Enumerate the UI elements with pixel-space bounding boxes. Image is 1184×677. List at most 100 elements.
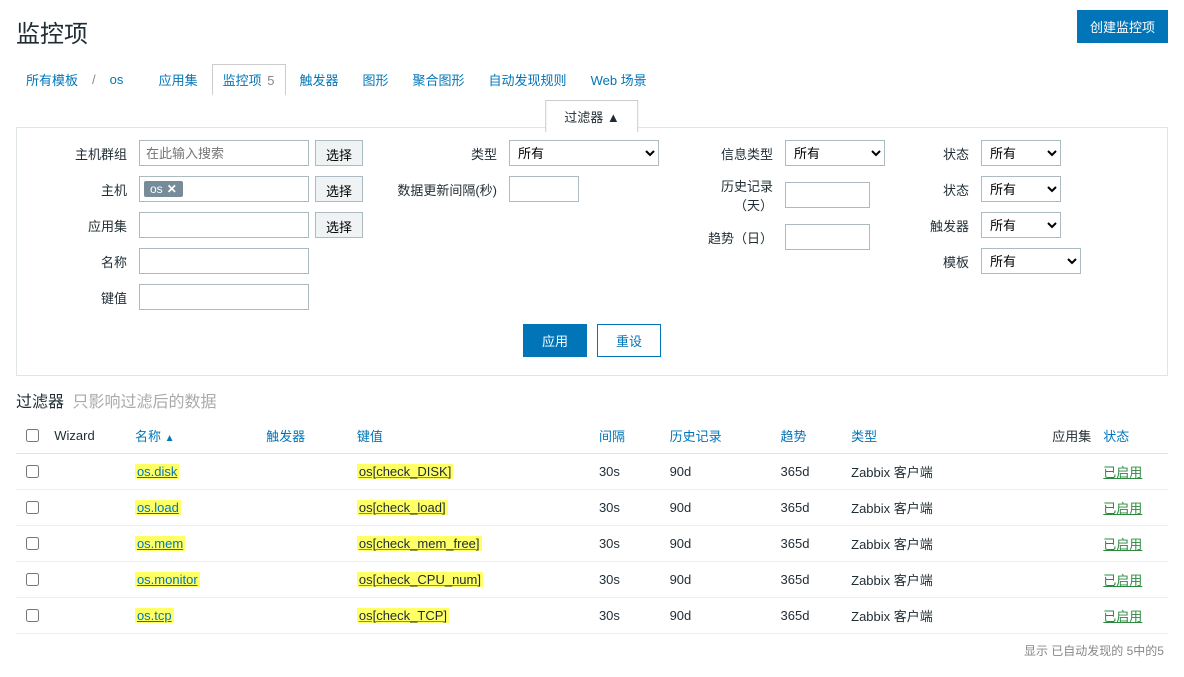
row-name-link[interactable]: os.load [135, 500, 181, 515]
row-interval: 30s [593, 454, 664, 490]
filter-col-2: 类型 所有 数据更新间隔(秒) [393, 140, 659, 310]
tab-triggers[interactable]: 触发器 [290, 64, 349, 95]
state-select[interactable]: 所有 [981, 140, 1061, 166]
row-name-link[interactable]: os.tcp [135, 608, 174, 623]
col-type[interactable]: 类型 [845, 418, 1006, 454]
row-history: 90d [664, 562, 775, 598]
history-input[interactable] [785, 182, 870, 208]
col-history[interactable]: 历史记录 [664, 418, 775, 454]
row-checkbox[interactable] [26, 465, 39, 478]
status-select[interactable]: 所有 [981, 176, 1061, 202]
row-type: Zabbix 客户端 [845, 490, 1006, 526]
label-status: 状态 [915, 180, 975, 199]
label-name: 名称 [33, 252, 133, 271]
row-name-link[interactable]: os.monitor [135, 572, 200, 587]
reset-button[interactable]: 重设 [597, 324, 661, 357]
row-history: 90d [664, 454, 775, 490]
col-name-label: 名称 [135, 429, 161, 444]
host-select-button[interactable]: 选择 [315, 176, 363, 202]
nav-tabs: 所有模板 / os 应用集 监控项 5 触发器 图形 聚合图形 自动发现规则 W… [16, 63, 1168, 95]
row-status-link[interactable]: 已启用 [1103, 501, 1142, 516]
application-input[interactable] [139, 212, 309, 238]
table-row: os.loados[check_load]30s90d365dZabbix 客户… [16, 490, 1168, 526]
select-all-checkbox[interactable] [26, 429, 39, 442]
create-item-button[interactable]: 创建监控项 [1077, 10, 1168, 43]
name-input[interactable] [139, 248, 309, 274]
tab-applications[interactable]: 应用集 [149, 64, 208, 95]
triggers-select[interactable]: 所有 [981, 212, 1061, 238]
row-key: os[check_TCP] [357, 608, 449, 623]
label-application: 应用集 [33, 216, 133, 235]
label-type: 类型 [393, 144, 503, 163]
label-template-opt: 模板 [915, 252, 975, 271]
label-info-type: 信息类型 [689, 144, 779, 163]
hostgroup-select-button[interactable]: 选择 [315, 140, 363, 166]
breadcrumb-all-templates[interactable]: 所有模板 [16, 64, 88, 95]
tab-items-count: 5 [267, 73, 274, 88]
breadcrumb-template[interactable]: os [100, 66, 134, 93]
tab-discovery[interactable]: 自动发现规则 [479, 64, 577, 95]
row-trends: 365d [775, 490, 846, 526]
row-status-link[interactable]: 已启用 [1103, 609, 1142, 624]
tab-items[interactable]: 监控项 5 [212, 64, 286, 96]
apply-button[interactable]: 应用 [523, 324, 587, 357]
table-footer: 显示 已自动发现的 5中的5 [16, 634, 1168, 667]
label-state: 状态 [915, 144, 975, 163]
label-host: 主机 [33, 180, 133, 199]
items-table: Wizard 名称 ▲ 触发器 键值 间隔 历史记录 趋势 类型 应用集 状态 … [16, 418, 1168, 634]
row-history: 90d [664, 598, 775, 634]
row-type: Zabbix 客户端 [845, 598, 1006, 634]
row-key: os[check_DISK] [357, 464, 454, 479]
label-key: 键值 [33, 288, 133, 307]
row-status-link[interactable]: 已启用 [1103, 465, 1142, 480]
tab-items-label: 监控项 [223, 73, 262, 88]
template-select[interactable]: 所有 [981, 248, 1081, 274]
col-triggers[interactable]: 触发器 [260, 418, 351, 454]
row-history: 90d [664, 490, 775, 526]
row-checkbox[interactable] [26, 573, 39, 586]
row-status-link[interactable]: 已启用 [1103, 537, 1142, 552]
info-type-select[interactable]: 所有 [785, 140, 885, 166]
host-tag-remove-icon[interactable]: ✕ [167, 182, 177, 196]
key-input[interactable] [139, 284, 309, 310]
subheader-note: 只影响过滤后的数据 [72, 394, 216, 411]
col-trends[interactable]: 趋势 [775, 418, 846, 454]
row-interval: 30s [593, 490, 664, 526]
subheader: 过滤器 只影响过滤后的数据 [16, 388, 1168, 412]
breadcrumb-sep: / [92, 72, 96, 87]
row-checkbox[interactable] [26, 501, 39, 514]
row-type: Zabbix 客户端 [845, 526, 1006, 562]
row-key: os[check_CPU_num] [357, 572, 483, 587]
row-name-link[interactable]: os.mem [135, 536, 185, 551]
filter-grid: 主机群组 选择 主机 os ✕ 选择 应用集 选择 名称 [33, 140, 1151, 310]
application-select-button[interactable]: 选择 [315, 212, 363, 238]
update-interval-input[interactable] [509, 176, 579, 202]
page-header: 监控项 创建监控项 [16, 10, 1168, 63]
col-interval[interactable]: 间隔 [593, 418, 664, 454]
col-name[interactable]: 名称 ▲ [129, 418, 260, 454]
tab-graphs[interactable]: 图形 [353, 64, 399, 95]
row-status-link[interactable]: 已启用 [1103, 573, 1142, 588]
table-row: os.diskos[check_DISK]30s90d365dZabbix 客户… [16, 454, 1168, 490]
trends-input[interactable] [785, 224, 870, 250]
tab-web[interactable]: Web 场景 [581, 64, 657, 95]
row-checkbox[interactable] [26, 609, 39, 622]
page-title: 监控项 [16, 14, 88, 49]
label-trends: 趋势（日） [689, 228, 779, 247]
filter-toggle[interactable]: 过滤器 ▲ [545, 100, 638, 132]
col-key[interactable]: 键值 [351, 418, 593, 454]
col-status[interactable]: 状态 [1097, 418, 1168, 454]
host-tag[interactable]: os ✕ [144, 181, 183, 197]
hostgroup-input[interactable] [139, 140, 309, 166]
row-trends: 365d [775, 526, 846, 562]
row-name-link[interactable]: os.disk [135, 464, 179, 479]
filter-col-4: 状态 所有 状态 所有 触发器 所有 模板 所有 [915, 140, 1081, 310]
host-input[interactable]: os ✕ [139, 176, 309, 202]
row-checkbox[interactable] [26, 537, 39, 550]
label-update-interval: 数据更新间隔(秒) [393, 180, 503, 199]
label-hostgroup: 主机群组 [33, 144, 133, 163]
row-type: Zabbix 客户端 [845, 454, 1006, 490]
row-type: Zabbix 客户端 [845, 562, 1006, 598]
type-select[interactable]: 所有 [509, 140, 659, 166]
tab-screens[interactable]: 聚合图形 [403, 64, 475, 95]
